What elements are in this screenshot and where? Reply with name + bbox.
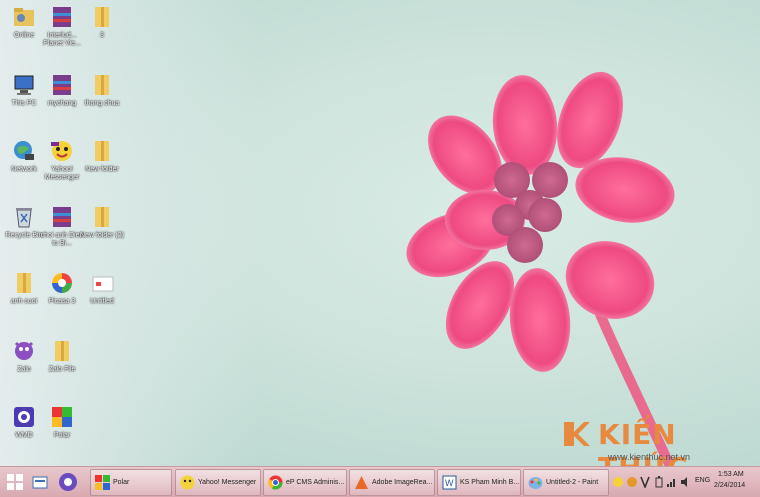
tray-volume-icon[interactable]	[680, 476, 692, 488]
taskbar-button-yahoo-messenger[interactable]: Yahoo! Messenger	[175, 469, 261, 496]
folder-icon	[95, 75, 109, 95]
folder-icon	[55, 341, 69, 361]
folder-user-icon	[14, 8, 34, 26]
tray-date[interactable]: 2/24/2014	[714, 482, 745, 489]
taskbar-button-chrome[interactable]: eP CMS Adminis...	[263, 469, 347, 496]
polar-icon	[52, 407, 72, 427]
chrome-icon	[268, 475, 283, 490]
picasa-icon	[52, 273, 72, 293]
taskbar: Polar Yahoo! Messenger eP CMS Adminis...…	[0, 466, 760, 497]
desktop-icon-new-folder[interactable]: New folder	[78, 136, 126, 196]
watermark-url: www.kienthuc.net.vn	[608, 452, 691, 462]
kienthuc-watermark: KIẾN THỨC www.kienthuc.net.vn	[560, 414, 760, 466]
recycle-bin-icon	[16, 208, 32, 228]
tray-language[interactable]: ENG	[695, 477, 710, 484]
taskbar-button-paint[interactable]: Untitled-2 - Paint	[523, 469, 609, 496]
word-icon: W	[442, 475, 457, 490]
folder-icon	[17, 273, 31, 293]
cat-app-icon	[14, 341, 34, 360]
tray-messenger-icon[interactable]	[612, 476, 624, 488]
flower-wallpaper	[406, 71, 675, 466]
folder-icon	[95, 207, 109, 227]
tray-time[interactable]: 1:53 AM	[718, 471, 744, 478]
folder-icon	[95, 141, 109, 161]
taskbar-button-adobe[interactable]: Adobe ImageRea...	[349, 469, 435, 496]
desktop-icon-untitled[interactable]: Untitled	[78, 268, 126, 328]
tray-network-icon[interactable]	[666, 476, 678, 488]
kienthuc-logo-icon	[564, 422, 590, 446]
app-icon	[14, 407, 34, 427]
taskbar-button-word[interactable]: W KS Pham Minh B...	[437, 469, 521, 496]
desktop-icon-3[interactable]: 3	[78, 2, 126, 62]
desktop-icon-zalo-file[interactable]: Zalo File	[38, 336, 86, 396]
windows-start-icon[interactable]	[6, 473, 24, 491]
file-explorer-icon[interactable]	[32, 474, 48, 490]
yahoo-messenger-icon	[51, 141, 72, 161]
svg-text:W: W	[445, 478, 454, 488]
folder-icon	[95, 7, 109, 27]
taskbar-button-polar[interactable]: Polar	[90, 469, 172, 496]
image-file-icon	[92, 276, 114, 292]
pinned-app-icon[interactable]	[58, 472, 78, 492]
adobe-icon	[355, 476, 368, 489]
desktop-icon-thong-chua[interactable]: thong chua	[78, 70, 126, 130]
winrar-archive-icon	[53, 75, 71, 95]
desktop: Online Interlud... Planet Vie... 3 This …	[0, 0, 760, 466]
tray-battery-icon[interactable]	[654, 476, 664, 488]
desktop-icon-new-folder-2[interactable]: New folder (2)	[78, 202, 126, 262]
network-icon	[14, 141, 34, 160]
tray-v-icon[interactable]	[640, 476, 650, 488]
winrar-archive-icon	[53, 7, 71, 27]
paint-icon	[528, 477, 543, 489]
desktop-icon-polar[interactable]: Polar	[38, 402, 86, 462]
winrar-archive-icon	[53, 207, 71, 227]
tray-chat-icon[interactable]	[626, 476, 638, 488]
this-pc-icon	[14, 75, 34, 95]
polar-icon	[95, 475, 110, 490]
yahoo-messenger-icon	[180, 475, 195, 490]
